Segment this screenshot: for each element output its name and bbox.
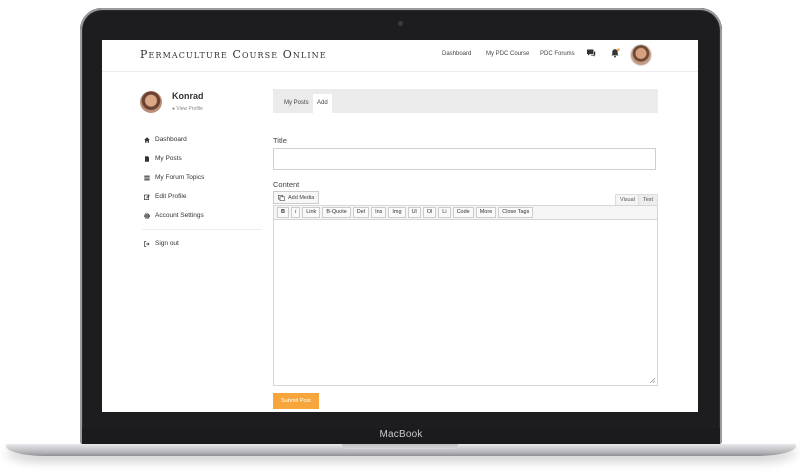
home-icon — [144, 136, 150, 143]
site-header: Permaculture Course Online Dashboard My … — [102, 40, 698, 72]
document-icon — [145, 155, 149, 162]
profile-name: Konrad — [172, 91, 204, 101]
nav-my-pdc-course[interactable]: My PDC Course — [486, 51, 529, 57]
sidebar-item-edit-profile[interactable]: Edit Profile — [144, 193, 186, 200]
content-editor[interactable] — [273, 220, 658, 386]
content-label: Content — [273, 180, 300, 189]
sidebar-item-label: My Posts — [155, 155, 182, 162]
laptop-notch — [342, 444, 458, 449]
site-brand[interactable]: Permaculture Course Online — [140, 48, 327, 61]
link-button[interactable]: Link — [302, 207, 321, 218]
sidebar-item-dashboard[interactable]: Dashboard — [144, 136, 187, 143]
title-input[interactable] — [273, 148, 656, 170]
avatar[interactable] — [140, 91, 162, 113]
add-media-button[interactable]: Add Media — [273, 191, 320, 204]
sidebar-item-label: My Forum Topics — [155, 174, 205, 181]
del-button[interactable]: Del — [352, 207, 370, 218]
code-button[interactable]: Code — [452, 207, 474, 218]
ol-button[interactable]: Ol — [422, 207, 437, 218]
sidebar-item-label: Edit Profile — [155, 193, 187, 200]
view-profile-label: View Profile — [176, 106, 203, 112]
camera-icon — [398, 21, 403, 26]
bell-icon[interactable] — [610, 48, 620, 58]
close-tags-button[interactable]: Close Tags — [498, 207, 534, 218]
tab-my-posts[interactable]: My Posts — [280, 94, 313, 113]
nav-pdc-forums[interactable]: PDC Forums — [540, 51, 575, 57]
header-avatar[interactable] — [631, 45, 651, 65]
tab-visual[interactable]: Visual — [615, 194, 640, 205]
italic-button[interactable]: i — [290, 207, 301, 218]
sidebar-item-label: Dashboard — [155, 136, 187, 143]
sidebar-item-label: Sign out — [155, 240, 179, 247]
nav-dashboard[interactable]: Dashboard — [442, 51, 471, 57]
signout-icon — [144, 240, 150, 247]
title-label: Title — [273, 136, 287, 145]
chat-icon[interactable] — [586, 48, 596, 58]
tab-text[interactable]: Text — [638, 194, 659, 205]
gear-icon — [144, 212, 150, 219]
sidebar-divider — [142, 229, 262, 230]
post-tabs: My Posts Add — [273, 89, 658, 113]
tab-add[interactable]: Add — [313, 94, 332, 113]
bold-button[interactable]: B — [277, 207, 289, 218]
screen: Permaculture Course Online Dashboard My … — [102, 40, 698, 412]
sidebar-item-label: Account Settings — [155, 212, 204, 219]
user-icon: ● — [172, 106, 176, 112]
sidebar-item-sign-out[interactable]: Sign out — [144, 240, 179, 247]
resize-handle[interactable] — [650, 378, 655, 383]
sidebar-item-my-posts[interactable]: My Posts — [144, 155, 182, 162]
device-label: MacBook — [379, 429, 423, 440]
list-icon — [144, 175, 150, 180]
sidebar-item-account-settings[interactable]: Account Settings — [144, 212, 204, 219]
img-button[interactable]: Img — [388, 207, 406, 218]
more-button[interactable]: More — [475, 207, 497, 218]
sidebar-item-my-forum-topics[interactable]: My Forum Topics — [144, 174, 204, 181]
li-button[interactable]: Li — [438, 207, 451, 218]
laptop-chin: MacBook — [82, 428, 720, 444]
view-profile-link[interactable]: ● View Profile — [172, 106, 203, 112]
ul-button[interactable]: Ul — [407, 207, 421, 218]
submit-post-button[interactable]: Submit Post — [273, 393, 319, 409]
blockquote-button[interactable]: B-Quote — [322, 207, 351, 218]
media-icon — [278, 194, 285, 201]
add-media-label: Add Media — [288, 194, 315, 201]
editor-toolbar: B i Link B-Quote Del Ins Img Ul Ol Li Co… — [273, 205, 658, 220]
ins-button[interactable]: Ins — [371, 207, 387, 218]
edit-icon — [144, 194, 150, 200]
